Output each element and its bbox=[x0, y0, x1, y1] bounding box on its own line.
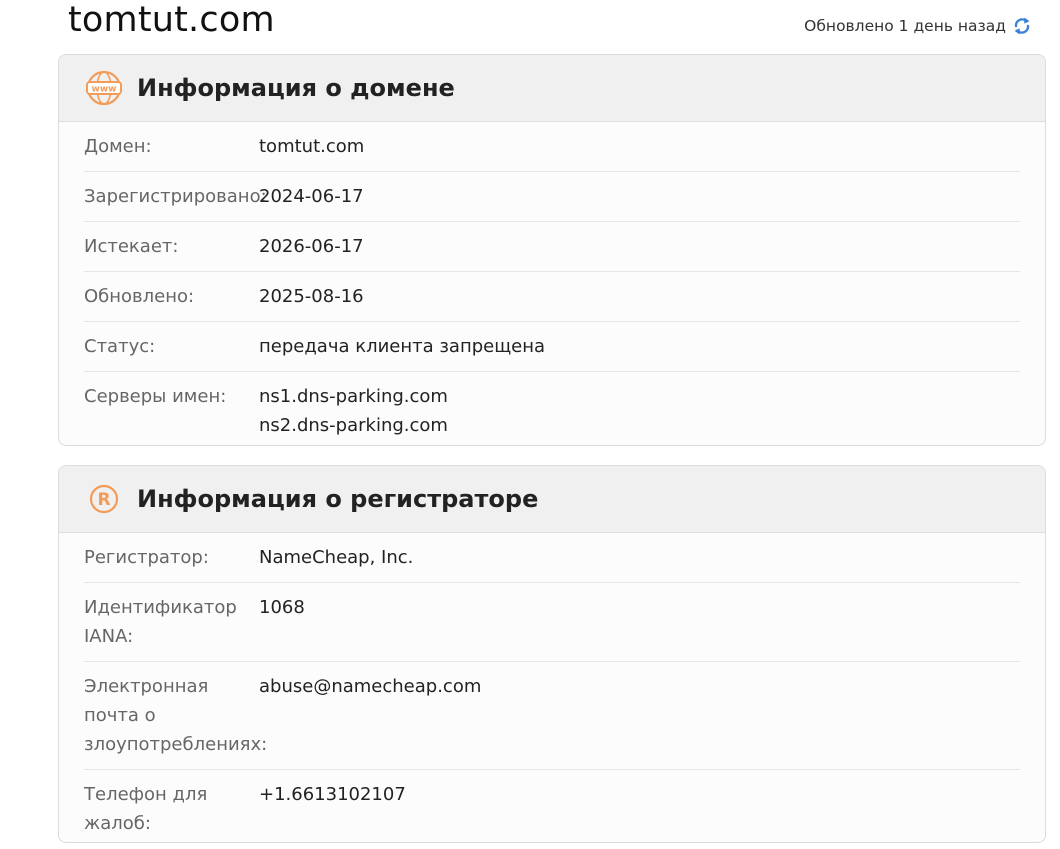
row-label: Домен: bbox=[84, 136, 152, 157]
registered-icon: R bbox=[85, 480, 123, 518]
site-title: tomtut.com bbox=[68, 0, 275, 40]
row-updated: Обновлено: 2025-08-16 bbox=[84, 272, 1020, 322]
row-status: Статус: передача клиента запрещена bbox=[84, 322, 1020, 372]
registrar-info-rows: Регистратор: NameCheap, Inc. Идентификат… bbox=[59, 533, 1045, 842]
row-label: Регистратор: bbox=[84, 547, 209, 568]
row-label: Статус: bbox=[84, 336, 156, 357]
refresh-link[interactable]: Обновлено 1 день назад bbox=[804, 15, 1032, 37]
row-iana-id: Идентификатор IANA: 1068 bbox=[84, 583, 1020, 662]
abuse-email-link[interactable]: abuse@namecheap.com bbox=[259, 672, 1020, 759]
row-value: NameCheap, Inc. bbox=[259, 547, 414, 568]
row-nameservers: Серверы имен: ns1.dns-parking.com ns2.dn… bbox=[84, 372, 1020, 445]
refresh-icon[interactable] bbox=[1012, 15, 1032, 37]
row-abuse-email: Электронная почта о злоупотреблениях: ab… bbox=[84, 662, 1020, 770]
nameserver-2: ns2.dns-parking.com bbox=[259, 415, 448, 436]
row-label: Обновлено: bbox=[84, 286, 195, 307]
registrar-info-title: Информация о регистраторе bbox=[137, 485, 539, 513]
row-value: 2026-06-17 bbox=[259, 236, 364, 257]
row-value: передача клиента запрещена bbox=[259, 336, 546, 357]
row-label: Электронная почта о злоупотреблениях: bbox=[84, 676, 268, 755]
row-value: 2024-06-17 bbox=[259, 186, 364, 207]
row-label: Серверы имен: bbox=[84, 386, 227, 407]
page: tomtut.com Обновлено 1 день назад www Ин… bbox=[0, 0, 1060, 849]
row-label: Зарегистрировано: bbox=[84, 186, 267, 207]
row-value: ns1.dns-parking.com ns2.dns-parking.com bbox=[259, 382, 1020, 440]
row-label: Идентификатор IANA: bbox=[84, 597, 237, 647]
row-label: Телефон для жалоб: bbox=[84, 784, 208, 834]
row-value: 2025-08-16 bbox=[259, 286, 364, 307]
row-value: tomtut.com bbox=[259, 136, 365, 157]
domain-info-rows: Домен: tomtut.com Зарегистрировано: 2024… bbox=[59, 122, 1045, 445]
row-label: Истекает: bbox=[84, 236, 179, 257]
domain-info-title: Информация о домене bbox=[137, 74, 455, 102]
row-value: 1068 bbox=[259, 597, 305, 618]
nameserver-1: ns1.dns-parking.com bbox=[259, 386, 448, 407]
row-expires: Истекает: 2026-06-17 bbox=[84, 222, 1020, 272]
updated-text: Обновлено 1 день назад bbox=[804, 17, 1006, 35]
row-registered: Зарегистрировано: 2024-06-17 bbox=[84, 172, 1020, 222]
svg-text:www: www bbox=[92, 85, 117, 95]
domain-info-header: www Информация о домене bbox=[59, 55, 1045, 122]
registrar-info-card: R Информация о регистраторе Регистратор:… bbox=[58, 465, 1046, 843]
registrar-info-header: R Информация о регистраторе bbox=[59, 466, 1045, 533]
row-abuse-phone: Телефон для жалоб: +1.6613102107 bbox=[84, 770, 1020, 842]
abuse-phone-link[interactable]: +1.6613102107 bbox=[259, 780, 1020, 838]
row-registrar: Регистратор: NameCheap, Inc. bbox=[84, 533, 1020, 583]
www-globe-icon: www bbox=[85, 69, 123, 107]
top-bar: tomtut.com Обновлено 1 день назад bbox=[0, 0, 1060, 52]
domain-info-card: www Информация о домене Домен: tomtut.co… bbox=[58, 54, 1046, 446]
row-domain: Домен: tomtut.com bbox=[84, 122, 1020, 172]
svg-text:R: R bbox=[97, 490, 110, 510]
